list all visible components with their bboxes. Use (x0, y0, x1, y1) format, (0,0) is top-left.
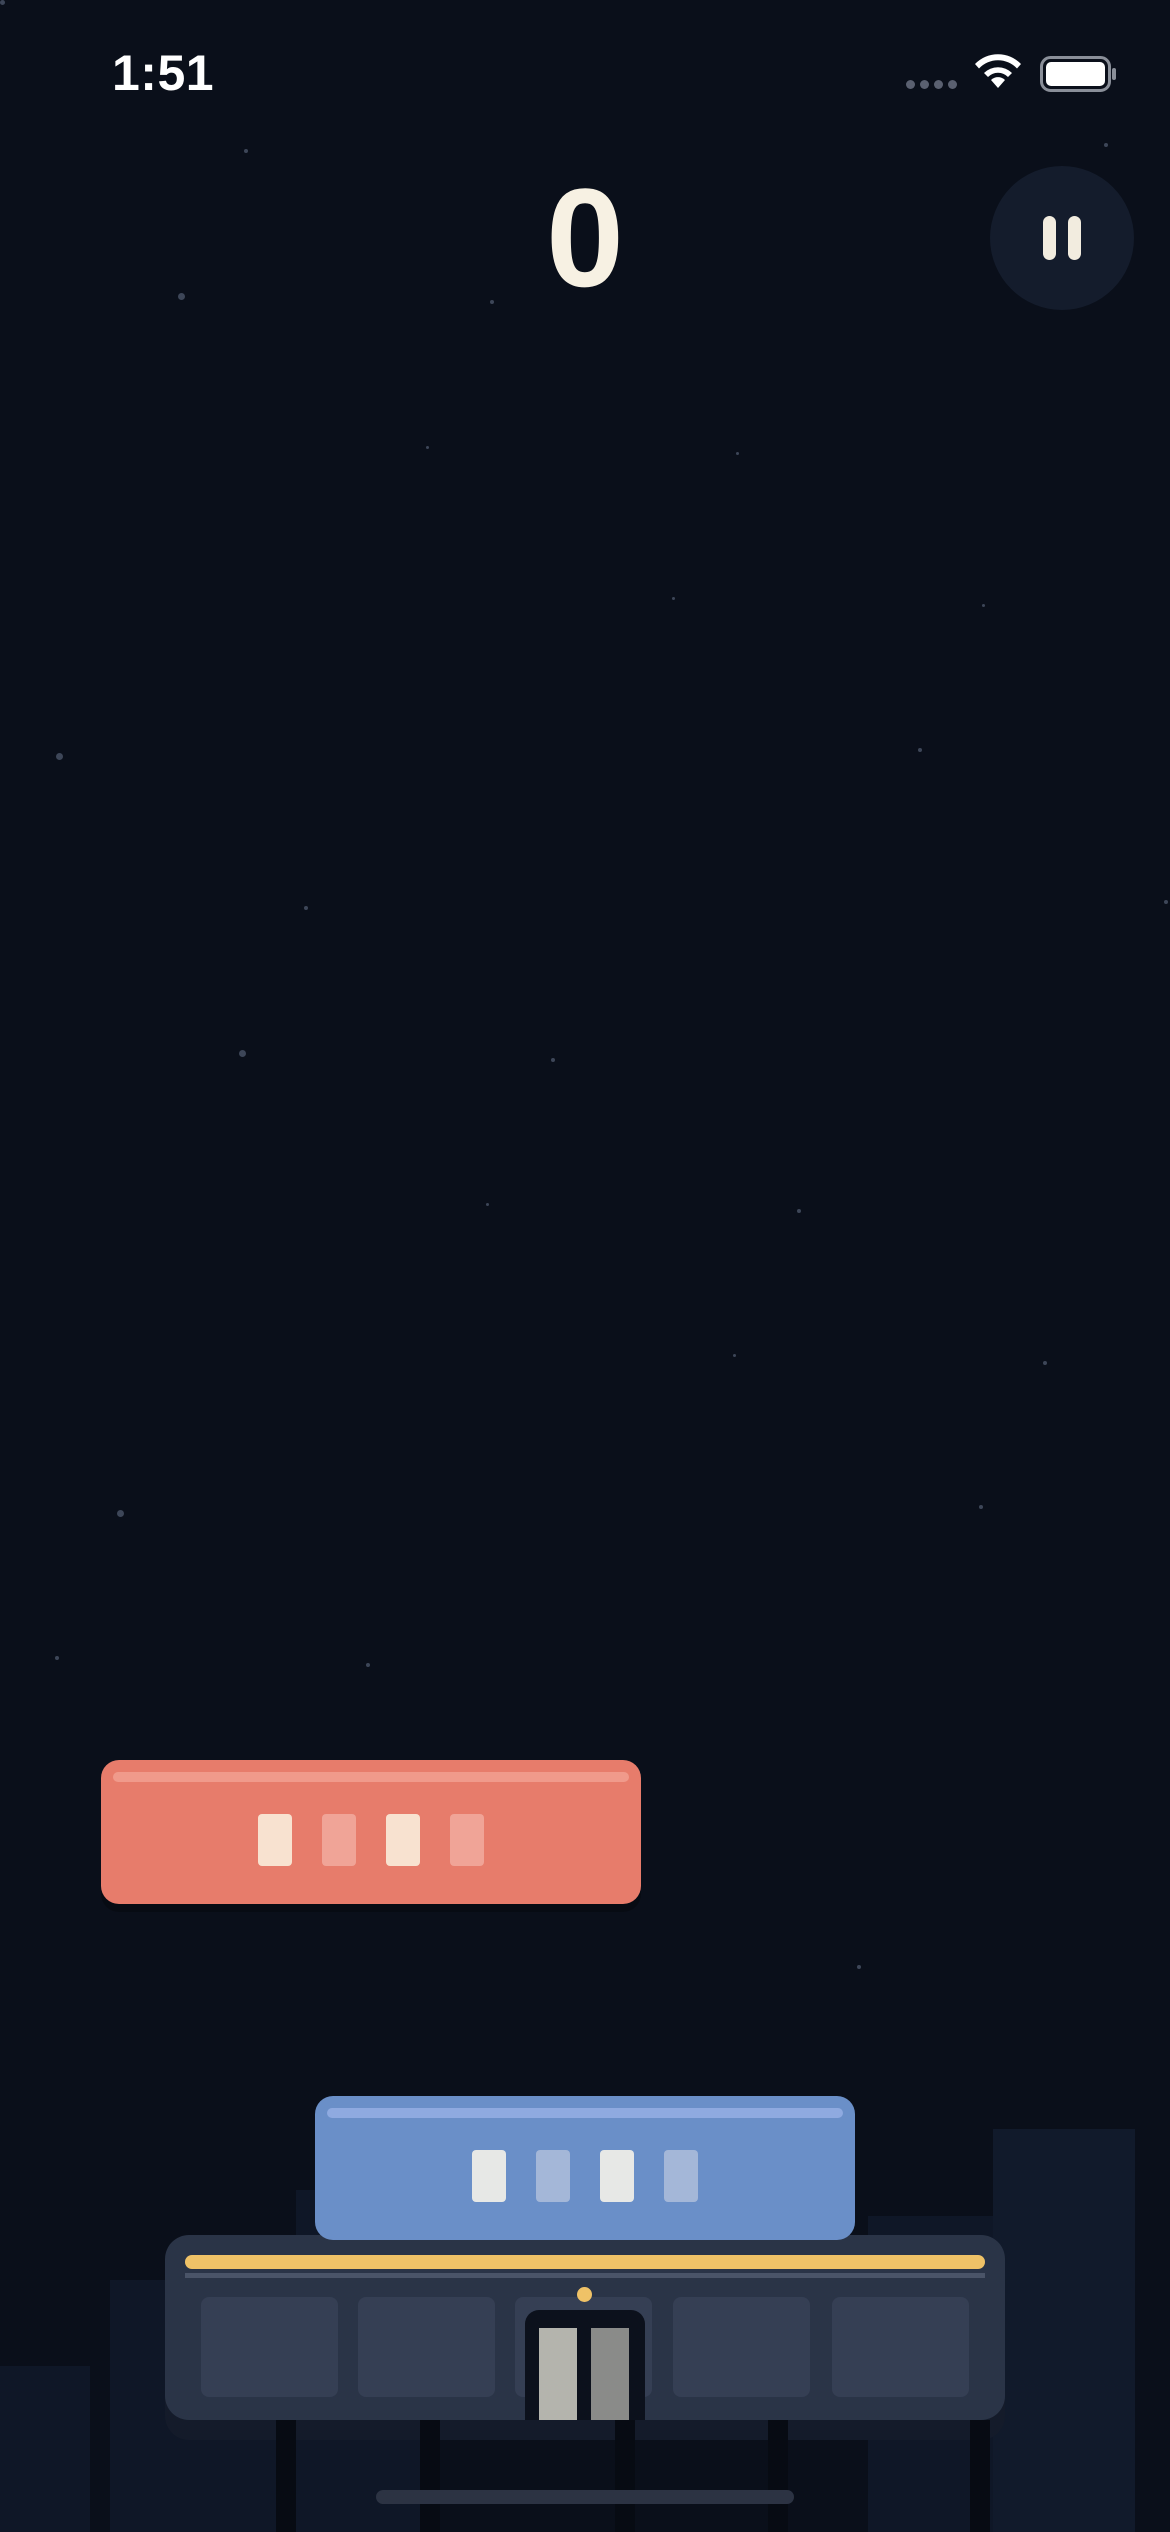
star (979, 1505, 983, 1509)
wifi-icon (975, 54, 1021, 88)
base-panel (358, 2297, 495, 2397)
window (450, 1814, 484, 1866)
window (258, 1814, 292, 1866)
star (1043, 1361, 1047, 1365)
support-pillar (615, 2420, 635, 2532)
base-panel (673, 2297, 810, 2397)
background-building (993, 2129, 1135, 2532)
window (536, 2150, 570, 2202)
support-pillar (970, 2420, 990, 2532)
star (56, 753, 63, 760)
star (1164, 900, 1168, 904)
star (672, 597, 675, 600)
window (472, 2150, 506, 2202)
door-lamp-icon (577, 2287, 592, 2302)
door-leaf (539, 2328, 577, 2420)
status-time: 1:51 (112, 45, 215, 101)
star (918, 748, 922, 752)
base-panel (201, 2297, 338, 2397)
support-pillar (420, 2420, 440, 2532)
support-pillar (276, 2420, 296, 2532)
star (797, 1209, 801, 1213)
star (304, 906, 308, 910)
star (55, 1656, 59, 1660)
cellular-signal-icon (906, 80, 957, 89)
stacked-block (315, 2096, 855, 2240)
base-accent-stripe (185, 2255, 985, 2269)
home-indicator[interactable] (376, 2490, 794, 2504)
block-windows (101, 1814, 641, 1866)
tower-base (165, 2235, 1005, 2420)
star (366, 1663, 370, 1667)
background-building (0, 2366, 90, 2532)
star (1104, 143, 1108, 147)
window (322, 1814, 356, 1866)
swinging-block[interactable] (101, 1760, 641, 1904)
base-trim (185, 2273, 985, 2278)
star (982, 604, 985, 607)
pause-button[interactable] (990, 166, 1134, 310)
star (736, 452, 739, 455)
base-panel (832, 2297, 969, 2397)
star (0, 0, 5, 5)
support-pillar (768, 2420, 788, 2532)
block-highlight (113, 1772, 629, 1782)
block-highlight (327, 2108, 843, 2118)
window (386, 1814, 420, 1866)
window (600, 2150, 634, 2202)
entrance-door (525, 2310, 645, 2420)
window (664, 2150, 698, 2202)
star (486, 1203, 489, 1206)
game-screen[interactable]: 1:51 0 (0, 0, 1170, 2532)
star (244, 149, 248, 153)
star (117, 1510, 124, 1517)
door-leaf (591, 2328, 629, 2420)
star (426, 446, 429, 449)
block-windows (315, 2150, 855, 2202)
star (733, 1354, 736, 1357)
star (551, 1058, 555, 1062)
star (857, 1965, 861, 1969)
star (239, 1050, 246, 1057)
battery-icon (1040, 56, 1116, 92)
